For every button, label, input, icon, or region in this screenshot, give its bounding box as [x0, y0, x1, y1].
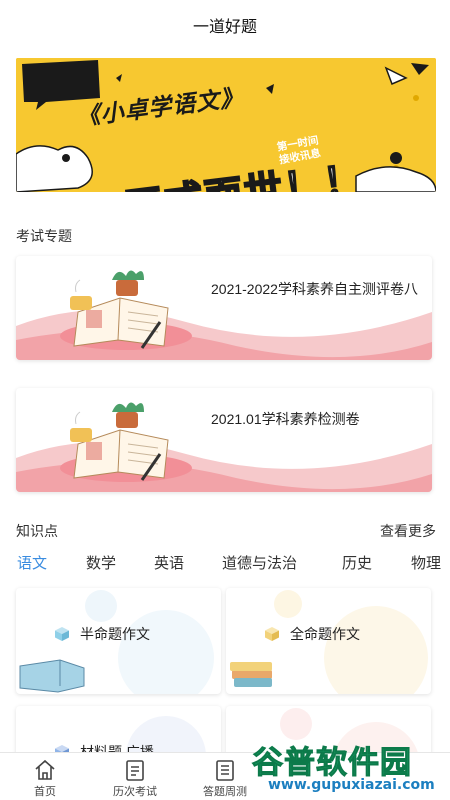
cube-icon — [55, 627, 69, 641]
tab-morality-law[interactable]: 道德与法治 — [222, 552, 297, 573]
history-exam-icon — [126, 760, 144, 781]
speech-bubble-icon — [22, 60, 100, 110]
tab-label: 首页 — [34, 786, 56, 798]
tab-physics[interactable]: 物理 — [411, 552, 441, 573]
weekly-test-icon — [216, 760, 234, 781]
topic-card[interactable]: 半命题作文 — [16, 588, 221, 694]
subject-tabs: 语文 数学 英语 道德与法治 历史 物理 — [0, 552, 450, 576]
tab-history-exams[interactable]: 历次考试 — [90, 753, 180, 800]
topic-card[interactable]: 全命题作文 — [226, 588, 431, 694]
topic-label: 半命题作文 — [80, 626, 150, 642]
app-screen: 一道好题 《小卓学语文》 第一时间 接收讯息 正式面世！！ 考试专 — [0, 0, 450, 800]
exam-section-title: 考试专题 — [16, 228, 72, 244]
tab-home[interactable]: 首页 — [0, 753, 90, 800]
watermark-logo: 谷普软件园 — [252, 745, 412, 781]
book-illustration-icon — [16, 402, 432, 492]
site-watermark: 谷普软件园 www.gupuxiazai.com — [248, 737, 444, 797]
home-icon — [35, 759, 55, 780]
tab-math[interactable]: 数学 — [86, 552, 116, 573]
book-illustration-icon — [16, 270, 432, 360]
watermark-url: www.gupuxiazai.com — [268, 777, 435, 793]
tab-history[interactable]: 历史 — [342, 552, 372, 573]
knowledge-section-title: 知识点 — [16, 523, 58, 539]
exam-card[interactable]: 2021-2022学科素养自主测评卷八 — [16, 256, 432, 360]
cube-icon — [265, 627, 279, 641]
tab-english[interactable]: 英语 — [154, 552, 184, 573]
tab-label: 历次考试 — [113, 786, 157, 798]
page-title: 一道好题 — [192, 19, 257, 36]
topic-label: 全命题作文 — [290, 626, 360, 642]
knowledge-header: 知识点 查看更多 — [16, 521, 436, 541]
app-header: 一道好题 — [0, 0, 450, 50]
exam-card[interactable]: 2021.01学科素养检测卷 — [16, 388, 432, 492]
exam-card-title: 2021.01学科素养检测卷 — [211, 411, 360, 427]
tab-chinese[interactable]: 语文 — [17, 552, 47, 573]
promo-banner[interactable]: 《小卓学语文》 第一时间 接收讯息 正式面世！！ — [16, 58, 436, 192]
view-more-link[interactable]: 查看更多 — [380, 521, 436, 541]
exam-card-title: 2021-2022学科素养自主测评卷八 — [211, 281, 418, 297]
